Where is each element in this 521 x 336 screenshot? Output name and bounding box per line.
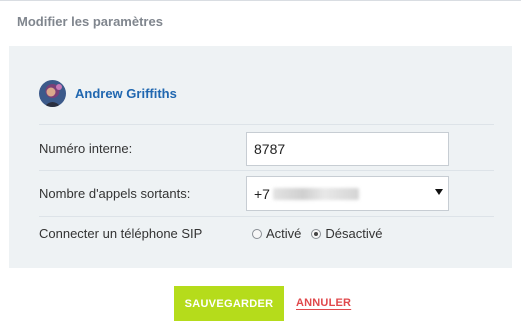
internal-number-label: Numéro interne: xyxy=(39,141,133,156)
avatar xyxy=(39,79,66,107)
divider xyxy=(39,216,494,217)
radio-option-inactive[interactable]: Désactivé xyxy=(311,226,382,241)
outgoing-calls-select[interactable]: +7 xyxy=(246,176,449,211)
outgoing-calls-label: Nombre d'appels sortants: xyxy=(39,186,191,201)
radio-active-label: Activé xyxy=(266,226,302,241)
divider xyxy=(39,170,494,171)
internal-number-input[interactable] xyxy=(246,132,449,166)
settings-panel: Andrew Griffiths Numéro interne: Nombre … xyxy=(9,46,512,268)
sip-phone-label: Connecter un téléphone SIP xyxy=(39,226,203,241)
user-name-link[interactable]: Andrew Griffiths xyxy=(75,86,177,101)
user-row: Andrew Griffiths xyxy=(39,79,177,107)
radio-inactive-icon[interactable] xyxy=(311,228,322,239)
outgoing-calls-value: +7 xyxy=(254,185,270,202)
dialog-title: Modifier les paramètres xyxy=(17,14,163,29)
avatar-image xyxy=(39,79,66,107)
settings-dialog: Modifier les paramètres Andrew Griffiths… xyxy=(0,0,521,336)
radio-inactive-label: Désactivé xyxy=(325,226,383,241)
save-button[interactable]: SAUVEGARDER xyxy=(174,286,284,321)
divider xyxy=(39,124,494,125)
cancel-link[interactable]: ANNULER xyxy=(296,297,351,309)
sip-phone-radio-group: Activé Désactivé xyxy=(252,226,392,241)
radio-active-icon[interactable] xyxy=(252,228,262,239)
radio-option-active[interactable]: Activé xyxy=(252,226,301,241)
dropdown-arrow-icon xyxy=(435,189,443,195)
redacted-phone-number xyxy=(272,187,359,200)
